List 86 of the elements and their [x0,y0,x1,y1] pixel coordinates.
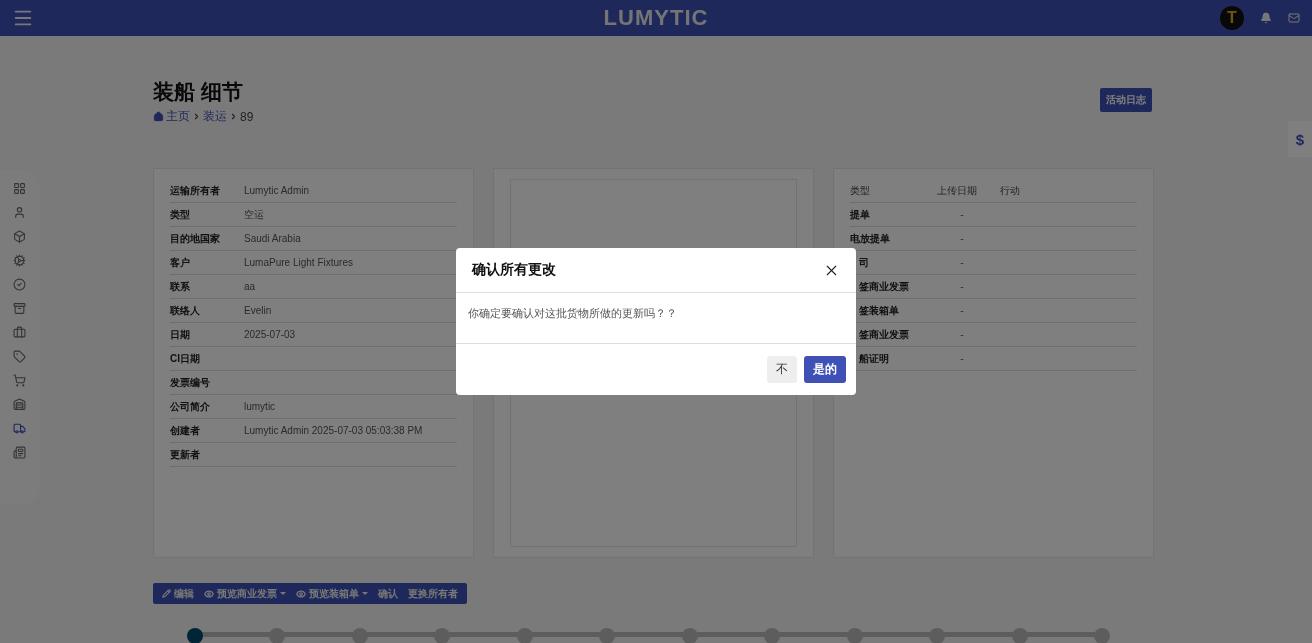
breadcrumb-link[interactable]: 主页 [166,108,190,125]
step-dot[interactable] [1094,628,1110,643]
document-type: 电放提单 [850,231,891,246]
field-value: aa [244,281,256,292]
step-dot[interactable] [516,628,533,643]
step-dot[interactable] [929,628,946,643]
currency-tab[interactable]: $ [1288,121,1312,157]
breadcrumb-link[interactable]: 装运 [203,108,227,125]
activity-log-button[interactable]: 活动日志 [1100,88,1152,112]
edit-button[interactable]: 编辑 [157,586,199,601]
document-type: 司 [858,255,870,270]
dashboard-icon[interactable] [13,180,27,196]
breadcrumb-current: 89 [240,109,254,124]
upload-date: - [959,257,965,268]
field-value: LumaPure Light Fixtures [244,257,353,268]
eye-icon [204,588,214,599]
dialog-title: 确认所有更改 [472,261,556,279]
step-dot[interactable] [1011,628,1028,643]
preview-dropdown[interactable]: 预览装箱单 [291,586,373,601]
field-value: Lumytic Admin [244,185,310,196]
step-dot[interactable] [187,628,203,643]
column-header: 行动 [1000,183,1021,198]
pencil-icon [162,589,171,598]
field-value: lumytic [244,401,276,412]
archive-icon[interactable] [13,300,27,316]
gear-icon[interactable] [13,252,27,268]
step-dot[interactable] [846,628,863,643]
document-type: 签商业发票 [858,327,910,342]
box-icon[interactable] [13,228,27,244]
field-value: 空运 [244,207,264,222]
field-label: CI日期 [170,351,201,366]
document-type: 签装箱单 [858,303,900,318]
field-label: 日期 [170,327,191,342]
confirm-button[interactable]: 是的 [804,356,846,383]
step-dot[interactable] [599,628,616,643]
field-label: 客户 [170,255,191,270]
field-label: 更新者 [170,447,201,462]
field-label: 联络人 [170,303,201,318]
field-label: 目的地国家 [170,231,221,246]
upload-date: - [959,305,965,316]
toolbar-button[interactable]: 更换所有者 [403,586,463,601]
step-dot[interactable] [351,628,368,643]
document-type: 船证明 [858,351,890,366]
field-label: 发票编号 [170,375,211,390]
step-dot[interactable] [764,628,781,643]
document-type: 提单 [850,207,871,222]
step-dot[interactable] [434,628,451,643]
field-label: 联系 [170,279,191,294]
column-header: 类型 [850,183,871,198]
upload-date: - [959,281,965,292]
field-label: 创建者 [170,423,201,438]
step-dot[interactable] [269,628,286,643]
field-value: 2025-07-03 [244,329,296,340]
field-label: 运输所有者 [170,183,221,198]
page-title: 装船 细节 [153,79,244,105]
user-icon[interactable] [13,204,27,220]
toolbar-button[interactable]: 确认 [373,586,403,601]
eye-icon [296,588,306,599]
tag-icon[interactable] [13,348,27,364]
document-type: 签商业发票 [858,279,910,294]
newspaper-icon[interactable] [13,444,27,460]
briefcase-icon[interactable] [13,324,27,340]
field-value: Saudi Arabia [244,233,301,244]
field-label: 类型 [170,207,191,222]
chevron-icon [229,112,238,121]
user-avatar[interactable]: T [1220,6,1244,30]
check-circle-icon[interactable] [13,276,27,292]
field-value: Lumytic Admin 2025-07-03 05:03:38 PM [244,425,423,436]
field-value: Evelin [244,305,272,316]
upload-date: - [959,353,965,364]
cancel-button[interactable]: 不 [767,356,797,383]
upload-date: - [959,233,965,244]
bell-icon[interactable] [1260,12,1272,24]
preview-dropdown[interactable]: 预览商业发票 [199,586,291,601]
column-header: 上传日期 [937,183,978,198]
upload-date: - [959,329,965,340]
mail-icon[interactable] [1288,12,1300,24]
dialog-message: 你确定要确认对这批货物所做的更新吗？？ [456,293,856,344]
warehouse-icon[interactable] [13,396,27,412]
step-dot[interactable] [681,628,698,643]
field-label: 公司简介 [170,399,211,414]
upload-date: - [959,209,965,220]
home-icon [153,111,164,122]
cart-icon[interactable] [13,372,27,388]
logo: LUMYTIC [603,5,709,31]
chevron-icon [192,112,201,121]
